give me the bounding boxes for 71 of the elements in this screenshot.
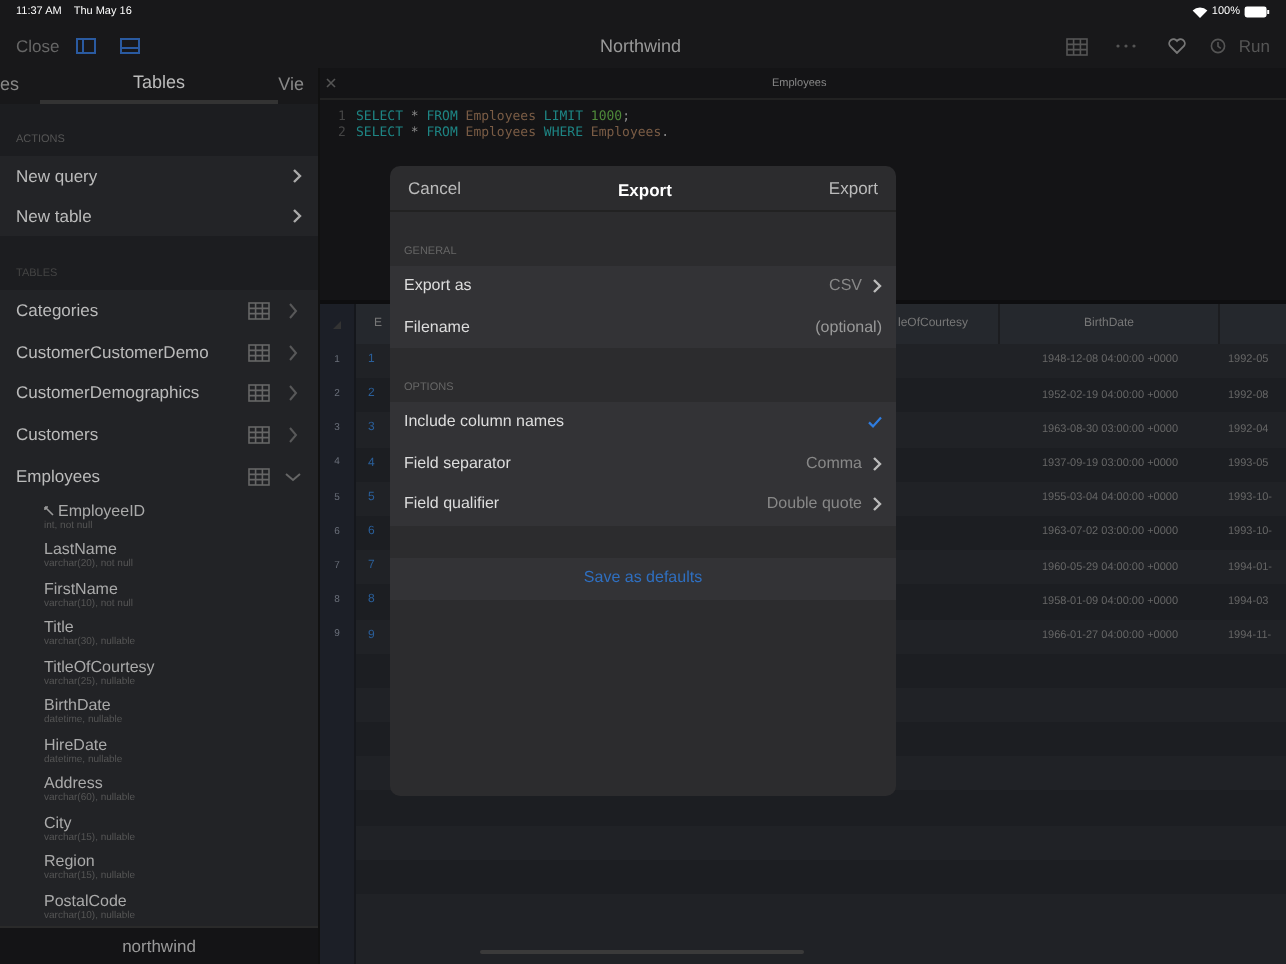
column-name: BirthDate <box>44 696 111 715</box>
cancel-button[interactable]: Cancel <box>408 175 461 201</box>
table-name: Customers <box>16 422 101 448</box>
option-value: Double quote <box>766 492 862 517</box>
table-row[interactable]: CustomerDemographics <box>0 372 318 415</box>
column-name: Address <box>44 774 103 793</box>
action-label: New table <box>16 203 94 229</box>
grid-icon[interactable] <box>248 467 270 486</box>
battery-icon <box>1244 6 1270 18</box>
action-label: New query <box>16 163 100 189</box>
chevron-down-icon[interactable] <box>288 301 298 320</box>
column-name: FirstName <box>44 579 118 598</box>
sidebar-tab[interactable]: es <box>0 68 40 104</box>
chevron-right-icon <box>292 208 302 224</box>
table-name: Employees <box>16 463 103 489</box>
chevron-right-icon <box>292 168 302 184</box>
history-icon[interactable] <box>1210 38 1227 54</box>
table-row[interactable]: Categories <box>0 290 318 332</box>
heart-icon[interactable] <box>1168 38 1187 54</box>
option-row[interactable]: Field separator Comma <box>390 443 896 484</box>
option-row[interactable]: Include column names <box>390 402 896 443</box>
chevron-down-icon[interactable] <box>284 471 302 482</box>
checkmark-icon[interactable] <box>868 416 882 429</box>
option-value: CSV <box>829 274 862 299</box>
column-name: PostalCode <box>44 891 127 910</box>
wifi-icon <box>1191 6 1208 18</box>
column-name: Title <box>44 618 74 637</box>
sidebar-toggle-icon[interactable] <box>75 38 96 54</box>
chevron-down-icon[interactable] <box>288 425 298 444</box>
filename-field[interactable]: (optional) <box>722 315 882 340</box>
option-value: Comma <box>805 451 862 476</box>
column-name: TitleOfCourtesy <box>44 657 155 676</box>
table-name: CustomerDemographics <box>16 380 202 407</box>
grid-icon[interactable] <box>248 301 270 320</box>
chevron-right-icon <box>872 455 882 472</box>
action-row[interactable]: New table <box>0 196 318 236</box>
table-name: Categories <box>16 297 101 324</box>
option-label: Export as <box>404 274 474 299</box>
column-name: EmployeeID <box>58 501 146 520</box>
sidebar-tab[interactable]: Vie <box>278 68 318 104</box>
chevron-down-icon[interactable] <box>288 343 298 362</box>
sidebar-tab[interactable]: Tables <box>39 68 279 104</box>
option-row[interactable]: Field qualifier Double quote <box>390 484 896 525</box>
database-name: northwind <box>122 933 196 959</box>
dialog-title: Export <box>618 178 672 204</box>
column-name: LastName <box>44 540 117 559</box>
table-name: CustomerCustomerDemo <box>16 339 211 365</box>
grid-icon[interactable] <box>248 343 270 362</box>
option-label: Filename <box>404 315 472 340</box>
chevron-down-icon[interactable] <box>288 384 298 403</box>
close-icon[interactable] <box>326 78 336 88</box>
column-name: HireDate <box>44 735 108 754</box>
grid-icon[interactable] <box>248 425 270 444</box>
option-row[interactable]: Export as CSV <box>390 266 896 307</box>
key-icon <box>44 505 54 516</box>
export-button[interactable]: Export <box>828 175 878 201</box>
grid-icon[interactable] <box>1066 37 1089 55</box>
option-label: Include column names <box>404 410 567 435</box>
grid-icon[interactable] <box>248 384 270 403</box>
chevron-right-icon <box>872 278 882 295</box>
option-label: Field separator <box>404 451 513 476</box>
column-name: Region <box>44 852 95 871</box>
window-title: Northwind <box>600 34 682 60</box>
column-name: City <box>44 813 72 832</box>
chevron-right-icon <box>872 496 882 513</box>
panel-toggle-icon[interactable] <box>119 38 140 54</box>
option-label: Field qualifier <box>404 492 502 517</box>
table-row[interactable]: Employees <box>0 455 318 497</box>
action-row[interactable]: New query <box>0 156 318 196</box>
table-row[interactable]: Customers <box>0 414 318 456</box>
table-row[interactable]: CustomerCustomerDemo <box>0 331 318 373</box>
